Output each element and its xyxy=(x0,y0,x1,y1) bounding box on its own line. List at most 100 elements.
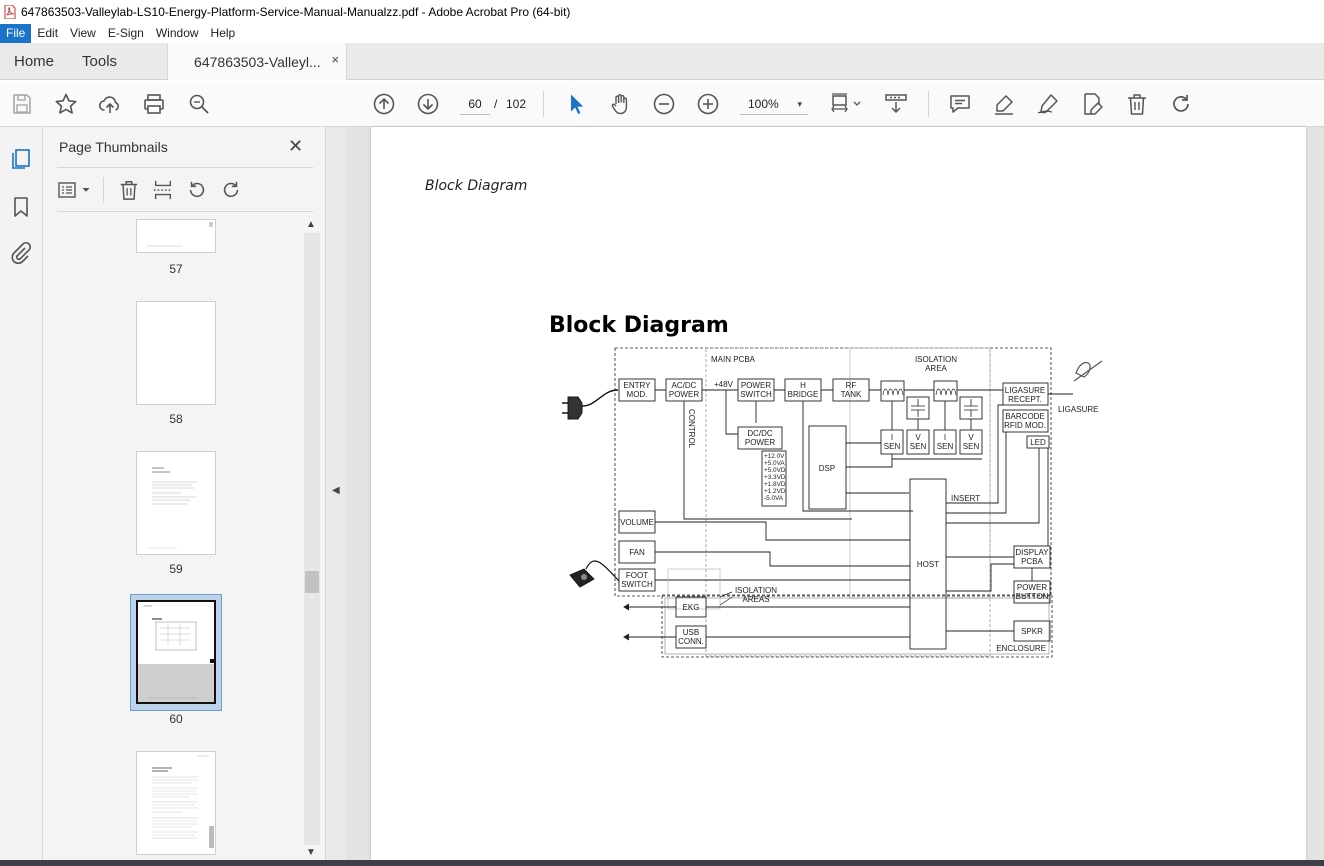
label-isolation-area-2: AREA xyxy=(925,364,947,373)
search-zoom-icon[interactable] xyxy=(187,92,211,116)
insert-page-icon[interactable] xyxy=(152,179,174,201)
scroll-up-icon[interactable]: ▲ xyxy=(306,219,316,230)
block-text: POWER xyxy=(745,438,775,447)
comment-icon[interactable] xyxy=(948,92,972,116)
bookmark-icon[interactable] xyxy=(9,195,33,219)
block-text: ENTRY xyxy=(624,381,652,390)
page-thumbnails-icon[interactable] xyxy=(9,147,33,171)
menu-window[interactable]: Window xyxy=(150,24,205,43)
window-title: 647863503-Valleylab-LS10-Energy-Platform… xyxy=(21,5,571,19)
rail-label: +12.0V xyxy=(764,453,785,460)
label-isolation-areas-1: ISOLATION xyxy=(735,586,777,595)
toolbar: 60 / 102 100% ▾ xyxy=(0,81,1324,127)
block-text: CONN. xyxy=(678,637,704,646)
scroll-thumb[interactable] xyxy=(305,571,319,593)
label-isolation-area-1: ISOLATION xyxy=(915,355,957,364)
previous-page-icon[interactable] xyxy=(372,92,396,116)
zoom-in-icon[interactable] xyxy=(696,92,720,116)
rail-label: +1.8VD xyxy=(764,481,786,488)
tab-document[interactable]: 647863503-Valleyl... × xyxy=(167,43,348,80)
save-icon[interactable] xyxy=(10,92,34,116)
scroll-mode-icon[interactable] xyxy=(884,92,908,116)
select-cursor-icon[interactable] xyxy=(565,92,589,116)
block-text: POWER xyxy=(669,390,699,399)
page-number-input[interactable]: 60 xyxy=(460,93,490,115)
star-icon[interactable] xyxy=(54,92,78,116)
block-text: POWER xyxy=(1017,583,1047,592)
block-text: SEN xyxy=(910,442,927,451)
edit-pdf-icon[interactable] xyxy=(1080,92,1104,116)
block-text: V xyxy=(915,433,921,442)
menu-file[interactable]: File xyxy=(0,24,32,43)
tab-home[interactable]: Home xyxy=(0,43,68,80)
block-text: V xyxy=(968,433,974,442)
block-text: SWITCH xyxy=(621,580,653,589)
pdf-page: Block Diagram Block Diagram MAIN PCBA IS… xyxy=(371,127,1306,860)
hand-tool-icon[interactable] xyxy=(608,92,632,116)
cloud-upload-icon[interactable] xyxy=(98,92,122,116)
acrobat-pdf-icon xyxy=(4,4,16,20)
menu-bar: File Edit View E-Sign Window Help xyxy=(0,24,1324,43)
panel-title: Page Thumbnails xyxy=(59,139,168,155)
document-view[interactable]: Block Diagram Block Diagram MAIN PCBA IS… xyxy=(346,127,1324,860)
block-text: SEN xyxy=(963,442,980,451)
sign-pen-icon[interactable] xyxy=(1036,92,1060,116)
scroll-down-icon[interactable]: ▼ xyxy=(306,847,316,858)
block-text: POWER xyxy=(741,381,771,390)
thumbnail-page-58[interactable] xyxy=(136,301,216,405)
tab-tools[interactable]: Tools xyxy=(68,43,131,80)
menu-help[interactable]: Help xyxy=(205,24,242,43)
thumbnail-page-61[interactable] xyxy=(136,751,216,855)
zoom-level-select[interactable]: 100% ▾ xyxy=(740,93,808,115)
page-total: 102 xyxy=(506,97,527,111)
label-isolation-areas-2: AREAS xyxy=(742,595,769,604)
block-text: FOOT xyxy=(626,571,648,580)
block-text: DISPLAY xyxy=(1015,548,1049,557)
page-thumbnails-panel: Page Thumbnails ✕ 57 58 59 60 ▲ ▼ xyxy=(43,127,326,866)
block-text: DSP xyxy=(819,464,835,473)
block-text: I xyxy=(944,433,946,442)
block-text: I xyxy=(891,433,893,442)
block-text: SEN xyxy=(884,442,901,451)
rotate-counterclockwise-icon[interactable] xyxy=(186,179,208,201)
menu-view[interactable]: View xyxy=(64,24,102,43)
next-page-icon[interactable] xyxy=(416,92,440,116)
thumbnail-options-icon[interactable] xyxy=(57,179,95,201)
close-panel-icon[interactable]: ✕ xyxy=(288,136,303,157)
rail-label: +5.0VA xyxy=(764,460,785,467)
highlight-pen-icon[interactable] xyxy=(992,92,1016,116)
rotate-icon[interactable] xyxy=(1169,92,1193,116)
zoom-out-icon[interactable] xyxy=(652,92,676,116)
thumbnail-page-59[interactable] xyxy=(136,451,216,555)
page-separator: / xyxy=(494,97,498,111)
block-text: DC/DC xyxy=(747,429,773,438)
block-text: SEN xyxy=(937,442,954,451)
power-plug-icon xyxy=(562,389,619,420)
ligasure-instrument-icon xyxy=(1048,360,1103,395)
page-running-header: Block Diagram xyxy=(425,178,528,194)
menu-edit[interactable]: Edit xyxy=(31,24,64,43)
print-icon[interactable] xyxy=(142,92,166,116)
page-fit-icon[interactable] xyxy=(830,92,864,116)
thumbnail-scrollbar[interactable]: ▲ ▼ xyxy=(304,219,320,859)
close-tab-icon[interactable]: × xyxy=(331,52,339,67)
thumbnail-page-57[interactable] xyxy=(136,219,216,253)
block-text: SWITCH xyxy=(740,390,772,399)
thumbnail-page-60[interactable] xyxy=(136,600,216,704)
block-text: VOLUME xyxy=(620,518,654,527)
label-insert: INSERT xyxy=(951,494,980,503)
delete-icon[interactable] xyxy=(1125,92,1149,116)
block-diagram: MAIN PCBA ISOLATION AREA ENCLOSURE ENTRY… xyxy=(562,347,1103,658)
block-text: RECEPT. xyxy=(1008,395,1042,404)
panel-collapse-handle[interactable]: ◀ xyxy=(326,127,346,860)
block-text: TANK xyxy=(841,390,862,399)
menu-esign[interactable]: E-Sign xyxy=(102,24,150,43)
delete-page-icon[interactable] xyxy=(118,179,140,201)
rotate-clockwise-icon[interactable] xyxy=(220,179,242,201)
collapse-left-icon[interactable]: ◀ xyxy=(332,485,340,496)
left-icon-rail xyxy=(0,127,43,866)
attachment-icon[interactable] xyxy=(9,241,33,265)
label-control: CONTROL xyxy=(687,409,696,449)
label-48v: +48V xyxy=(714,380,734,389)
scroll-track[interactable] xyxy=(304,233,320,845)
